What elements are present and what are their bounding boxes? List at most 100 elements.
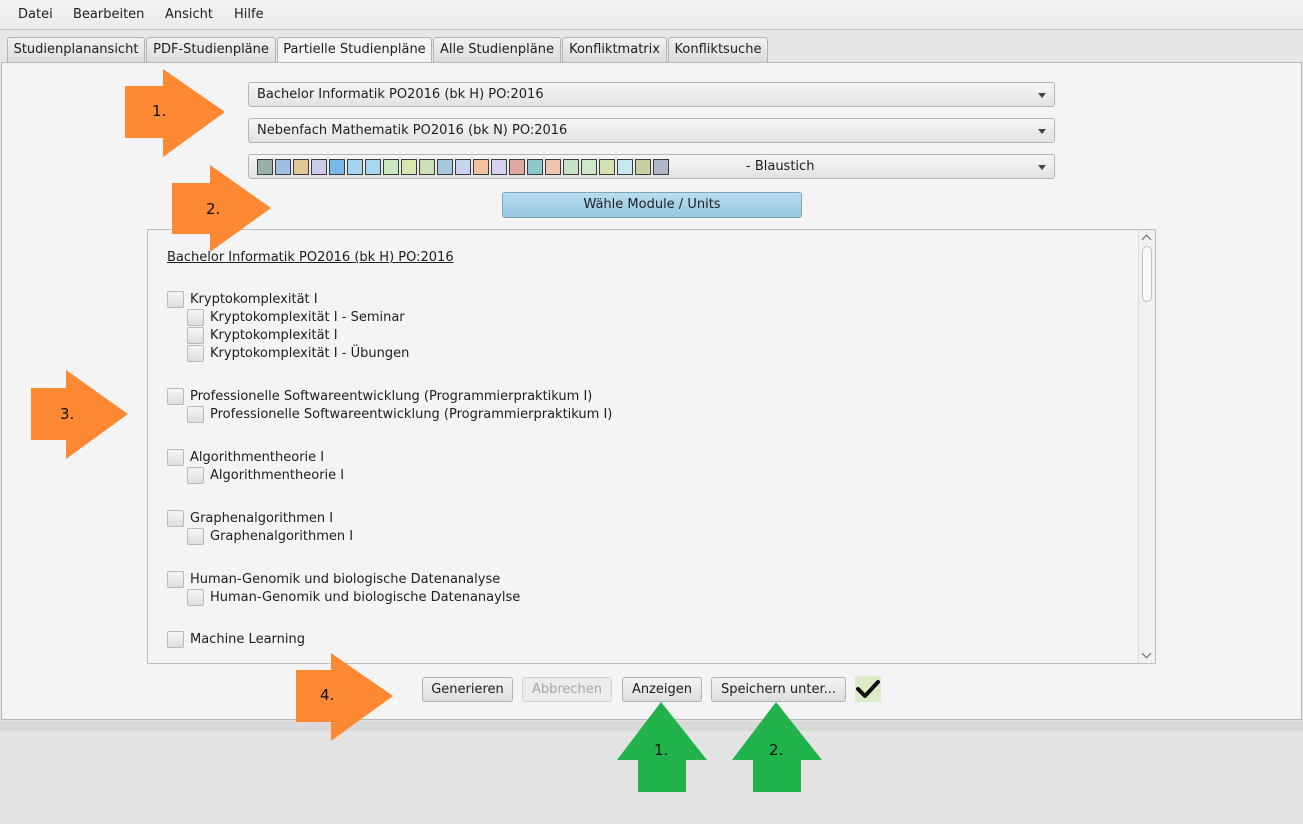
tab-pdf-studienplaene[interactable]: PDF-Studienpläne — [146, 37, 276, 62]
unit-row[interactable]: Kryptokomplexität I — [187, 326, 338, 344]
scroll-down-arrow-icon[interactable] — [1141, 648, 1152, 659]
unit-row[interactable]: Professionelle Softwareentwicklung (Prog… — [187, 405, 612, 423]
scrollbar-thumb[interactable] — [1142, 246, 1152, 302]
color-swatch — [455, 159, 471, 175]
unit-label: Human-Genomik und biologische Datenanayl… — [210, 589, 521, 605]
unit-row[interactable]: Human-Genomik und biologische Datenanayl… — [187, 588, 520, 606]
menu-datei[interactable]: Datei — [18, 7, 53, 22]
color-swatch — [599, 159, 615, 175]
checkbox[interactable] — [187, 588, 204, 606]
program-select[interactable]: Bachelor Informatik PO2016 (bk H) PO:201… — [248, 82, 1055, 107]
color-swatch — [311, 159, 327, 175]
color-swatch — [437, 159, 453, 175]
color-swatches — [257, 159, 669, 175]
unit-label: Graphenalgorithmen I — [210, 528, 354, 544]
module-label: Kryptokomplexität I — [190, 291, 318, 307]
tab-konfliktmatrix[interactable]: Konfliktmatrix — [562, 37, 667, 62]
color-swatch — [545, 159, 561, 175]
tree-heading: Bachelor Informatik PO2016 (bk H) PO:201… — [167, 250, 454, 265]
color-swatch — [293, 159, 309, 175]
annotation-label-green-1: 1. — [654, 741, 669, 759]
unit-label: Professionelle Softwareentwicklung (Prog… — [210, 406, 613, 422]
checkbox[interactable] — [187, 527, 204, 545]
annotation-label-orange-2: 2. — [206, 200, 221, 218]
checkbox[interactable] — [187, 344, 204, 362]
menu-bearbeiten[interactable]: Bearbeiten — [73, 7, 144, 22]
generate-button[interactable]: Generieren — [422, 677, 513, 702]
unit-label: Kryptokomplexität I — [210, 327, 338, 343]
minor-select-value: Nebenfach Mathematik PO2016 (bk N) PO:20… — [257, 123, 568, 138]
tab-alle-studienplaene[interactable]: Alle Studienpläne — [433, 37, 561, 62]
status-indicator — [855, 676, 881, 702]
check-icon — [856, 680, 880, 698]
module-label: Algorithmentheorie I — [190, 449, 325, 465]
module-tree: Bachelor Informatik PO2016 (bk H) PO:201… — [147, 229, 1156, 664]
module-label: Machine Learning — [190, 631, 305, 647]
checkbox[interactable] — [187, 326, 204, 344]
color-swatch — [401, 159, 417, 175]
unit-label: Kryptokomplexität I - Seminar — [210, 309, 405, 325]
show-button[interactable]: Anzeigen — [622, 677, 702, 702]
scroll-up-arrow-icon[interactable] — [1141, 234, 1152, 245]
color-swatch — [527, 159, 543, 175]
checkbox[interactable] — [187, 466, 204, 484]
checkbox[interactable] — [167, 570, 184, 588]
module-row[interactable]: Graphenalgorithmen I — [167, 509, 333, 527]
choose-modules-button[interactable]: Wähle Module / Units — [502, 192, 802, 218]
chevron-down-icon — [1038, 129, 1046, 134]
checkbox[interactable] — [187, 405, 204, 423]
tab-studienplanansicht[interactable]: Studienplanansicht — [7, 37, 145, 62]
cancel-button: Abbrechen — [522, 677, 612, 702]
module-row[interactable]: Professionelle Softwareentwicklung (Prog… — [167, 387, 592, 405]
unit-row[interactable]: Kryptokomplexität I - Übungen — [187, 344, 409, 362]
annotation-label-orange-3: 3. — [60, 405, 75, 423]
module-label: Professionelle Softwareentwicklung (Prog… — [190, 388, 593, 404]
module-row[interactable]: Human-Genomik und biologische Datenanaly… — [167, 570, 500, 588]
checkbox[interactable] — [167, 509, 184, 527]
annotation-label-green-2: 2. — [769, 741, 784, 759]
checkbox[interactable] — [167, 630, 184, 648]
color-swatch — [365, 159, 381, 175]
color-swatch — [635, 159, 651, 175]
checkbox[interactable] — [167, 448, 184, 466]
module-label: Graphenalgorithmen I — [190, 510, 334, 526]
color-swatch — [617, 159, 633, 175]
unit-label: Algorithmentheorie I — [210, 467, 345, 483]
color-swatch — [347, 159, 363, 175]
checkbox[interactable] — [167, 387, 184, 405]
tab-bar: Studienplanansicht PDF-Studienpläne Part… — [0, 30, 1303, 63]
checkbox[interactable] — [187, 308, 204, 326]
save-as-button[interactable]: Speichern unter... — [711, 677, 846, 702]
annotation-label-orange-4: 4. — [320, 686, 335, 704]
annotation-label-orange-1: 1. — [152, 102, 167, 120]
tab-partielle-studienplaene[interactable]: Partielle Studienpläne — [277, 37, 432, 63]
unit-row[interactable]: Graphenalgorithmen I — [187, 527, 353, 545]
chevron-down-icon — [1038, 93, 1046, 98]
tab-konfliktsuche[interactable]: Konfliktsuche — [668, 37, 768, 62]
vertical-scrollbar[interactable] — [1138, 230, 1155, 663]
color-swatch — [491, 159, 507, 175]
program-select-value: Bachelor Informatik PO2016 (bk H) PO:201… — [257, 87, 544, 102]
unit-row[interactable]: Algorithmentheorie I — [187, 466, 344, 484]
color-swatch — [563, 159, 579, 175]
color-swatch — [473, 159, 489, 175]
module-row[interactable]: Machine Learning — [167, 630, 305, 648]
unit-label: Kryptokomplexität I - Übungen — [210, 345, 410, 361]
color-swatch — [581, 159, 597, 175]
minor-select[interactable]: Nebenfach Mathematik PO2016 (bk N) PO:20… — [248, 118, 1055, 143]
color-swatch — [329, 159, 345, 175]
menu-ansicht[interactable]: Ansicht — [165, 7, 213, 22]
menu-hilfe[interactable]: Hilfe — [234, 7, 264, 22]
module-row[interactable]: Algorithmentheorie I — [167, 448, 324, 466]
checkbox[interactable] — [167, 290, 184, 308]
palette-name: - Blaustich — [746, 159, 815, 174]
module-label: Human-Genomik und biologische Datenanaly… — [190, 571, 501, 587]
color-swatch — [257, 159, 273, 175]
color-swatch — [509, 159, 525, 175]
color-swatch — [383, 159, 399, 175]
menu-bar: Datei Bearbeiten Ansicht Hilfe — [0, 0, 1303, 30]
module-row[interactable]: Kryptokomplexität I — [167, 290, 318, 308]
color-palette-select[interactable]: - Blaustich — [248, 154, 1055, 179]
chevron-down-icon — [1038, 165, 1046, 170]
unit-row[interactable]: Kryptokomplexität I - Seminar — [187, 308, 405, 326]
